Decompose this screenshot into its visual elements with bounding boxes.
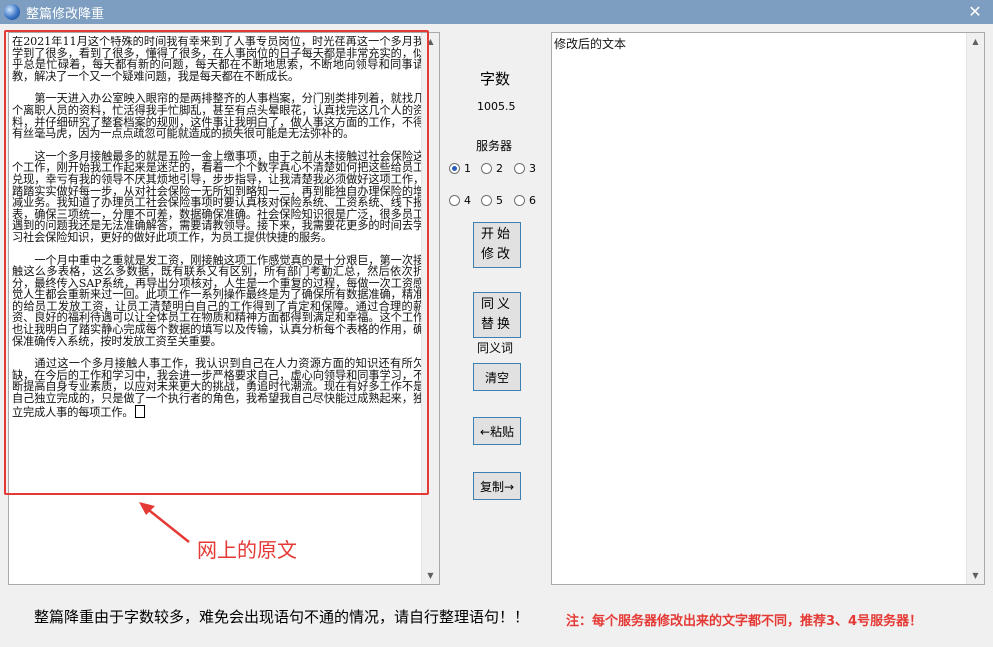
server-label: 服务器	[476, 139, 513, 153]
footer-note: 整篇降重由于字数较多，难免会出现语句不通的情况，请自行整理语句！！	[34, 608, 530, 626]
modified-text-area[interactable]: ▲ ▼	[551, 32, 985, 585]
scroll-down-icon[interactable]: ▼	[422, 567, 439, 584]
server-radio-3[interactable]: 3	[514, 162, 536, 175]
modified-text-placeholder: 修改后的文本	[554, 37, 627, 51]
window-title: 整篇修改降重	[26, 6, 105, 22]
radio-icon	[449, 195, 460, 206]
scroll-down-icon[interactable]: ▼	[967, 567, 984, 584]
server-radio-4[interactable]: 4	[449, 194, 471, 207]
radio-selected-icon	[449, 163, 460, 174]
close-icon[interactable]: ✕	[965, 2, 985, 22]
word-count-label: 字数	[480, 70, 511, 88]
modified-scrollbar[interactable]: ▲ ▼	[966, 33, 984, 584]
radio-icon	[514, 195, 525, 206]
callout-arrow-icon	[139, 502, 190, 543]
start-modify-button[interactable]: 开始 修改	[473, 222, 521, 268]
radio-icon	[481, 195, 492, 206]
word-count-value: 1005.5	[477, 100, 516, 113]
server-radio-1[interactable]: 1	[449, 162, 471, 175]
server-radio-5[interactable]: 5	[481, 194, 503, 207]
synonym-label: 同义词	[477, 341, 514, 355]
synonym-replace-button[interactable]: 同义 替换	[473, 292, 521, 338]
title-bar: 整篇修改降重 ✕	[0, 0, 993, 24]
radio-icon	[481, 163, 492, 174]
server-radio-2[interactable]: 2	[481, 162, 503, 175]
footer-warning: 注：每个服务器修改出来的文字都不同，推荐3、4号服务器！	[566, 614, 923, 629]
highlight-box	[4, 30, 429, 495]
callout-label: 网上的原文	[197, 538, 297, 562]
paste-button[interactable]: ←粘贴	[473, 417, 521, 445]
server-radio-6[interactable]: 6	[514, 194, 536, 207]
radio-icon	[514, 163, 525, 174]
copy-button[interactable]: 复制→	[473, 472, 521, 500]
clear-button[interactable]: 清空	[473, 363, 521, 391]
scroll-up-icon[interactable]: ▲	[967, 33, 984, 50]
app-globe-icon	[4, 4, 20, 20]
